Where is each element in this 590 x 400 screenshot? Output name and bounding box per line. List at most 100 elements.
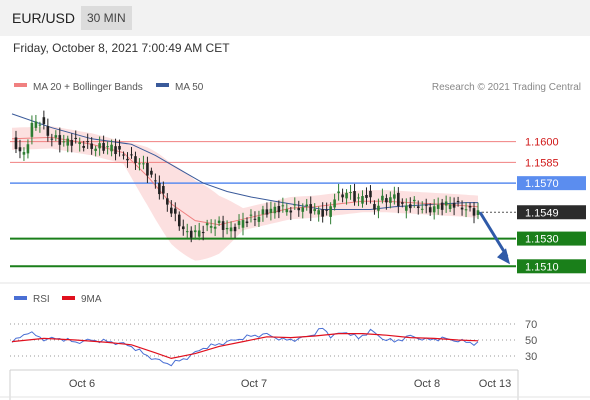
candle-body <box>432 206 436 213</box>
candle-body <box>122 154 125 156</box>
rsi-plot-area: 70 50 30 <box>10 319 537 367</box>
candle-body <box>209 226 213 228</box>
candle-body <box>389 197 392 203</box>
candle-body <box>357 197 360 199</box>
price-label: 1.1585 <box>525 157 559 169</box>
candle-body <box>74 137 78 139</box>
rsi-legend-label: RSI <box>33 294 50 305</box>
candle-body <box>273 206 277 214</box>
candle-body <box>424 204 428 206</box>
candle-body <box>353 191 356 202</box>
candle-body <box>405 205 408 211</box>
candle-body <box>365 195 368 198</box>
candle-body <box>277 206 281 213</box>
candle-body <box>436 204 440 209</box>
candle-body <box>126 158 129 161</box>
candle-body <box>66 138 70 146</box>
rsi-tick-label: 70 <box>525 319 537 331</box>
candle-body <box>82 145 85 148</box>
candle-body <box>245 221 249 224</box>
candle-body <box>174 208 177 214</box>
candle-body <box>345 192 348 199</box>
candle-body <box>377 205 380 211</box>
candle-body <box>162 186 165 194</box>
candle-body <box>18 147 22 152</box>
candle-body <box>154 180 157 182</box>
candle-body <box>130 154 133 156</box>
candle-body <box>177 214 181 227</box>
candle-body <box>78 142 82 145</box>
candle-body <box>333 199 336 208</box>
candle-body <box>118 145 121 150</box>
x-tick-label: Oct 13 <box>479 378 511 390</box>
price-label: 1.1570 <box>525 178 559 190</box>
candle-body <box>181 226 185 230</box>
candle-body <box>309 204 313 214</box>
candle-body <box>361 196 364 204</box>
candle-body <box>393 194 396 199</box>
candle-body <box>444 201 448 206</box>
rsi-line <box>11 327 479 367</box>
candle-body <box>233 226 237 232</box>
candle-body <box>98 143 101 149</box>
price-chart: MA 20 + Bollinger Bands MA 50 Research ©… <box>0 82 590 400</box>
candle-body <box>26 144 30 154</box>
candle-body <box>428 207 432 213</box>
source-credit: Research © 2021 Trading Central <box>432 82 581 93</box>
candle-body <box>408 204 412 209</box>
candle-body <box>90 143 93 149</box>
ma9-legend-swatch <box>62 296 75 300</box>
bollinger-band <box>12 126 478 261</box>
candle-body <box>401 202 404 204</box>
candle-body <box>170 207 173 214</box>
candle-body <box>476 210 480 216</box>
candle-body <box>70 140 74 146</box>
candle-body <box>325 209 328 211</box>
candle-body <box>146 163 149 176</box>
candle-body <box>34 121 38 128</box>
forecast-arrow-shaft <box>478 211 509 258</box>
candle-body <box>472 208 476 216</box>
candle-body <box>381 195 384 201</box>
candle-body <box>86 141 89 143</box>
candle-body <box>46 126 50 136</box>
candle-body <box>134 156 137 164</box>
candle-body <box>349 192 352 194</box>
candle-body <box>205 223 209 226</box>
candle-body <box>114 146 117 155</box>
candle-body <box>38 124 42 126</box>
candle-body <box>62 141 66 143</box>
candle-body <box>237 221 241 226</box>
candle-body <box>341 194 344 198</box>
candle-body <box>416 206 420 208</box>
price-label: 1.1549 <box>525 207 559 219</box>
candle-body <box>221 221 225 230</box>
candle-body <box>261 209 265 215</box>
candle-body <box>373 204 376 210</box>
candle-body <box>412 199 416 202</box>
candle-body <box>281 205 285 207</box>
candle-body <box>213 226 217 229</box>
candle-body <box>94 148 97 151</box>
rsi-tick-label: 30 <box>525 351 537 363</box>
candle-body <box>321 209 324 217</box>
candle-body <box>293 204 297 206</box>
candle-body <box>448 204 452 210</box>
ma50-legend-label: MA 50 <box>175 82 204 93</box>
ma9-legend-label: 9MA <box>81 294 102 305</box>
price-label: 1.1600 <box>525 137 559 149</box>
candle-body <box>452 203 456 208</box>
candle-body <box>42 117 46 124</box>
candle-body <box>30 122 34 137</box>
candle-body <box>106 146 109 148</box>
candle-body <box>158 182 161 195</box>
candle-body <box>150 170 153 175</box>
candle-body <box>464 209 468 211</box>
candle-body <box>285 209 289 213</box>
candle-body <box>225 227 229 230</box>
rsi-tick-label: 50 <box>525 335 537 347</box>
candle-body <box>329 206 332 217</box>
candle-body <box>289 210 293 213</box>
x-tick-label: Oct 6 <box>69 378 95 390</box>
candle-body <box>257 216 261 222</box>
